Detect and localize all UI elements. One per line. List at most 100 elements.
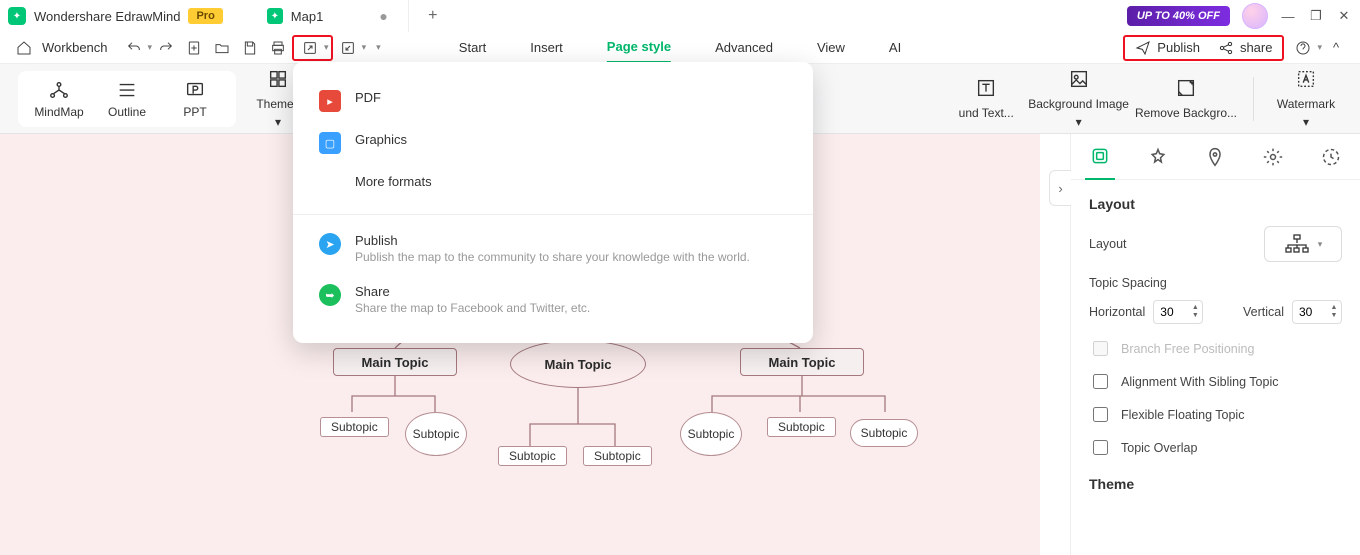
layout-selector[interactable]: ▾ (1264, 226, 1342, 262)
send-icon (1135, 40, 1151, 56)
pro-badge: Pro (188, 8, 222, 24)
bg-image-button[interactable]: Background Image ▾ (1028, 68, 1129, 129)
ppt-label: PPT (183, 105, 206, 119)
share-label: share (1240, 40, 1273, 55)
document-tab[interactable]: ✦ Map1 ● (247, 0, 409, 32)
export-publish-item[interactable]: ➤ Publish Publish the map to the communi… (293, 223, 813, 274)
horizontal-spinner[interactable]: ▲▼ (1153, 300, 1203, 324)
chevron-down-icon: ▾ (1318, 239, 1323, 250)
watermark-label: Watermark (1277, 97, 1335, 111)
close-icon[interactable]: ✕ (1336, 8, 1352, 24)
vertical-input[interactable] (1293, 304, 1327, 320)
import-dropdown-icon[interactable]: ▾ (362, 42, 367, 53)
subtopic-node[interactable]: Subtopic (320, 417, 389, 437)
bg-text-button[interactable]: und Text... (950, 77, 1022, 120)
theme-heading: Theme (1089, 476, 1342, 492)
format-panel: › Layout Layout ▾ Topic Spacing Horizont… (1070, 134, 1360, 555)
subtopic-node[interactable]: Subtopic (405, 412, 467, 456)
export-dropdown-icon[interactable]: ▾ (324, 42, 329, 53)
add-tab-button[interactable]: + (421, 7, 445, 25)
new-file-icon[interactable] (183, 37, 205, 59)
tab-page-style[interactable]: Page style (607, 32, 671, 64)
horizontal-label: Horizontal (1089, 305, 1145, 319)
subtopic-node[interactable]: Subtopic (583, 446, 652, 466)
themes-dropdown-icon: ▾ (275, 115, 281, 129)
tab-view[interactable]: View (817, 32, 845, 64)
collapse-ribbon-icon[interactable]: ^ (1325, 37, 1347, 59)
subtopic-node[interactable]: Subtopic (498, 446, 567, 466)
subtopic-node[interactable]: Subtopic (850, 419, 918, 447)
tab-start[interactable]: Start (459, 32, 486, 64)
overlap-checkbox[interactable]: Topic Overlap (1089, 437, 1342, 458)
vertical-spinner[interactable]: ▲▼ (1292, 300, 1342, 324)
export-button-highlight: ▾ (292, 35, 333, 61)
panel-tab-layout[interactable] (1085, 134, 1115, 180)
subtopic-node[interactable]: Subtopic (767, 417, 836, 437)
panel-tab-icon[interactable] (1200, 134, 1230, 180)
more-formats-icon (319, 174, 341, 196)
mindmap-icon (48, 79, 70, 101)
minimize-icon[interactable]: — (1280, 8, 1296, 24)
export-publish-sub: Publish the map to the community to shar… (355, 250, 750, 264)
export-publish-label: Publish (355, 233, 750, 248)
unsaved-dot-icon: ● (379, 8, 387, 24)
help-icon[interactable] (1292, 37, 1314, 59)
export-pdf-item[interactable]: ▸ PDF (293, 80, 813, 122)
ribbon-divider (1253, 77, 1254, 121)
share-arrow-icon: ➥ (319, 284, 341, 306)
panel-tab-settings[interactable] (1258, 134, 1288, 180)
floating-checkbox[interactable]: Flexible Floating Topic (1089, 404, 1342, 425)
export-share-sub: Share the map to Facebook and Twitter, e… (355, 301, 590, 315)
remove-bg-button[interactable]: Remove Backgro... (1135, 77, 1237, 120)
share-button[interactable]: share (1218, 40, 1273, 56)
mindmap-mode-button[interactable]: MindMap (30, 79, 88, 119)
doc-icon: ✦ (267, 8, 283, 24)
spin-up-icon[interactable]: ▲ (1327, 304, 1341, 312)
main-topic-node[interactable]: Main Topic (333, 348, 457, 376)
outline-label: Outline (108, 105, 146, 119)
vertical-label: Vertical (1243, 305, 1284, 319)
alignment-checkbox[interactable]: Alignment With Sibling Topic (1089, 371, 1342, 392)
bg-text-label: und Text... (959, 106, 1014, 120)
export-share-item[interactable]: ➥ Share Share the map to Facebook and Tw… (293, 274, 813, 325)
main-topic-node[interactable]: Main Topic (740, 348, 864, 376)
promo-banner[interactable]: UP TO 40% OFF (1127, 6, 1230, 26)
undo-icon[interactable] (123, 37, 145, 59)
panel-tab-history[interactable] (1316, 134, 1346, 180)
export-more-item[interactable]: More formats (293, 164, 813, 206)
outline-mode-button[interactable]: Outline (98, 79, 156, 119)
spin-down-icon[interactable]: ▼ (1188, 312, 1202, 320)
export-icon[interactable] (299, 37, 321, 59)
user-avatar[interactable] (1242, 3, 1268, 29)
workbench-button[interactable]: Workbench (42, 40, 108, 55)
save-icon[interactable] (239, 37, 261, 59)
home-icon[interactable] (13, 37, 35, 59)
print-icon[interactable] (267, 37, 289, 59)
undo-dropdown-icon[interactable]: ▾ (148, 42, 153, 53)
watermark-button[interactable]: Watermark ▾ (1270, 68, 1342, 129)
help-dropdown-icon[interactable]: ▾ (1317, 42, 1322, 53)
open-folder-icon[interactable] (211, 37, 233, 59)
subtopic-node[interactable]: Subtopic (680, 412, 742, 456)
export-graphics-item[interactable]: ▢ Graphics (293, 122, 813, 164)
publish-button[interactable]: Publish (1135, 40, 1200, 56)
maximize-icon[interactable]: ❐ (1308, 8, 1324, 24)
more-quick-icon[interactable]: ▾ (376, 42, 381, 53)
export-pdf-label: PDF (355, 90, 381, 105)
branch-free-checkbox: Branch Free Positioning (1089, 338, 1342, 359)
import-icon[interactable] (337, 37, 359, 59)
spin-down-icon[interactable]: ▼ (1327, 312, 1341, 320)
spin-up-icon[interactable]: ▲ (1188, 304, 1202, 312)
bg-text-icon (975, 77, 997, 102)
panel-tab-style[interactable] (1143, 134, 1173, 180)
panel-collapse-button[interactable]: › (1049, 170, 1071, 206)
tab-advanced[interactable]: Advanced (715, 32, 773, 64)
export-menu-popup: ▸ PDF ▢ Graphics More formats ➤ Publish … (293, 62, 813, 343)
tab-ai[interactable]: AI (889, 32, 901, 64)
redo-icon[interactable] (155, 37, 177, 59)
main-topic-node[interactable]: Main Topic (510, 340, 646, 388)
tab-insert[interactable]: Insert (530, 32, 563, 64)
ppt-mode-button[interactable]: PPT (166, 79, 224, 119)
watermark-dropdown-icon: ▾ (1303, 115, 1309, 129)
horizontal-input[interactable] (1154, 304, 1188, 320)
